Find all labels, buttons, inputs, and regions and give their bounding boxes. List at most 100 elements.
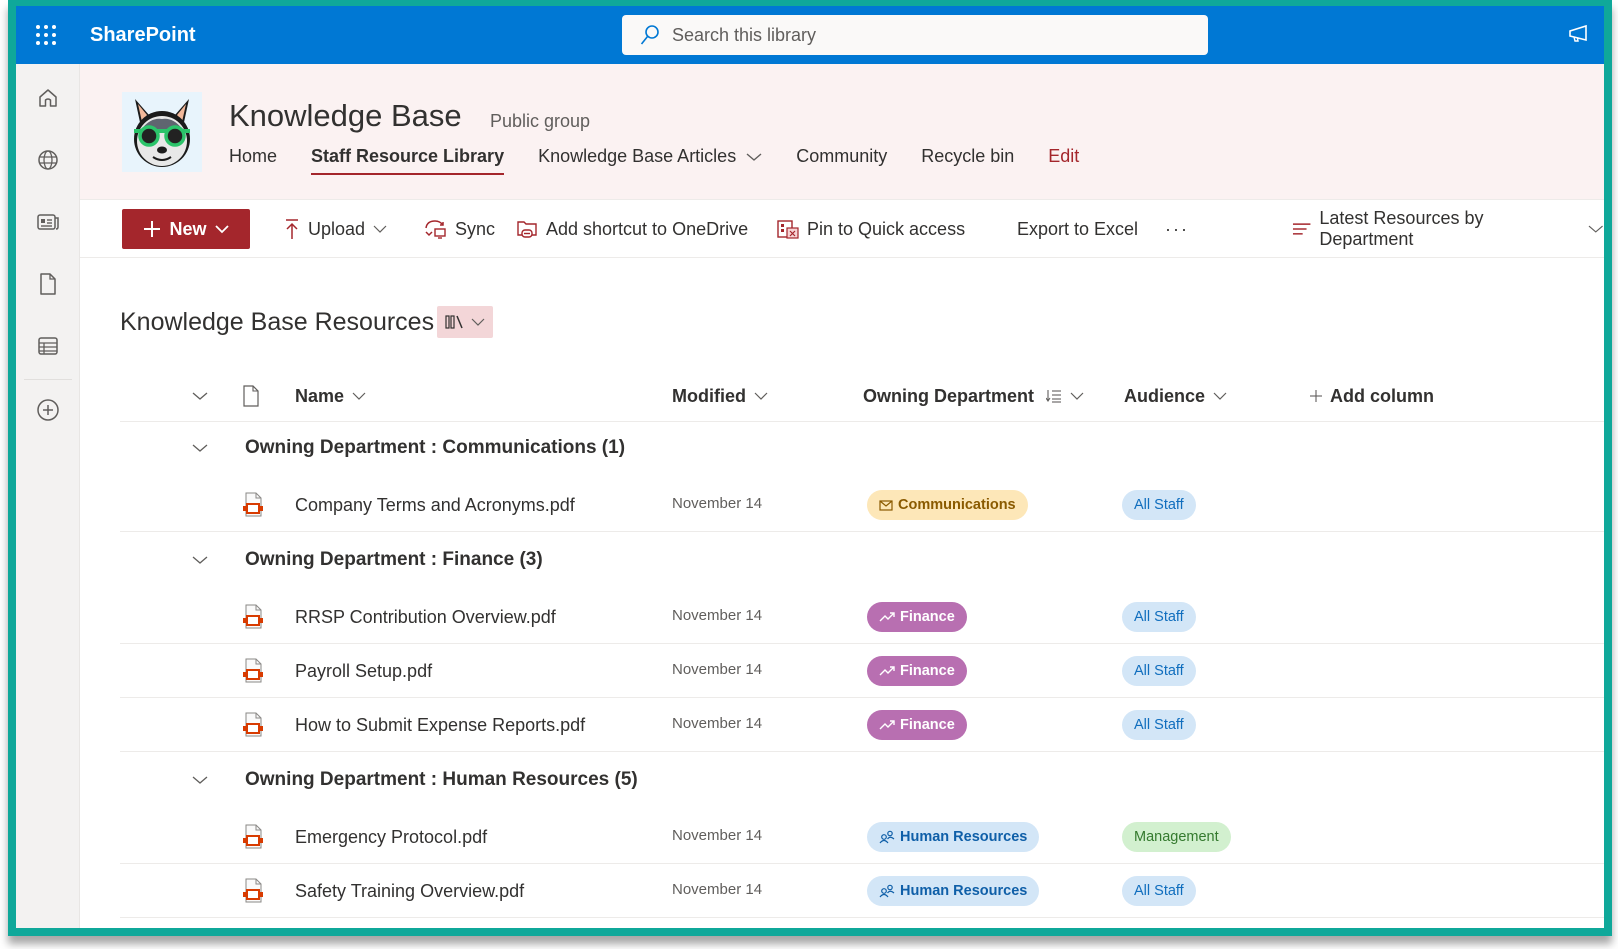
library-title: Knowledge Base Resources <box>120 308 435 336</box>
rail-sites[interactable] <box>16 140 80 180</box>
audience-column-header[interactable]: Audience <box>1124 370 1227 422</box>
file-row[interactable]: Emergency Protocol.pdf November 14 Human R… <box>120 810 1604 864</box>
library-view-button[interactable] <box>437 306 493 338</box>
department-column-header[interactable]: Owning Department <box>863 370 1084 422</box>
pdf-file-icon[interactable] <box>242 604 264 635</box>
nav-staff-resource-library-label: Staff Resource Library <box>311 146 505 166</box>
pdf-file-icon[interactable] <box>242 824 264 855</box>
nav-community[interactable]: Community <box>796 146 887 175</box>
department-tag-label: Human Resources <box>900 829 1028 845</box>
audience-tag-label: All Staff <box>1134 497 1184 513</box>
search-input[interactable]: Search this library <box>622 15 1208 55</box>
group-collapse-button[interactable] <box>192 422 208 474</box>
group-header[interactable]: Owning Department : Human Resources (5) <box>120 754 1604 806</box>
document-icon <box>40 273 56 295</box>
app-window: SharePoint Search this library Knowledge… <box>8 0 1612 936</box>
pdf-file-icon[interactable] <box>242 878 264 909</box>
view-selector[interactable]: Latest Resources by Department <box>1292 200 1604 258</box>
pin-icon <box>777 220 799 239</box>
add-column-button[interactable]: Add column <box>1310 370 1434 422</box>
site-logo[interactable] <box>122 92 202 172</box>
department-tag: Human Resources <box>867 876 1040 906</box>
file-type-column[interactable] <box>242 370 260 422</box>
sync-button[interactable]: Sync <box>423 200 495 258</box>
pin-quick-access-button[interactable]: Pin to Quick access <box>777 200 965 258</box>
file-row[interactable]: Safety Training Overview.pdf November 14 H… <box>120 864 1604 918</box>
app-launcher-button[interactable] <box>16 6 76 64</box>
brand-name[interactable]: SharePoint <box>90 24 196 47</box>
audience-tag-label: Management <box>1134 829 1219 845</box>
collapse-all-groups-button[interactable] <box>192 370 208 422</box>
rail-files[interactable] <box>16 264 80 304</box>
rail-home[interactable] <box>16 78 80 118</box>
new-button-label: New <box>169 218 207 239</box>
modified-date: November 14 <box>672 714 763 732</box>
library-icon <box>445 315 463 329</box>
megaphone-icon <box>1569 24 1587 42</box>
group-header[interactable]: Owning Department : Finance (3) <box>120 534 1604 586</box>
name-column-label: Name <box>295 385 345 406</box>
nav-recycle-bin[interactable]: Recycle bin <box>921 146 1014 175</box>
rail-news[interactable] <box>16 202 80 242</box>
file-name-link[interactable]: Company Terms and Acronyms.pdf <box>295 478 575 532</box>
nav-staff-resource-library[interactable]: Staff Resource Library <box>311 146 505 175</box>
file-row[interactable]: Company Terms and Acronyms.pdf November 1… <box>120 478 1604 532</box>
pdf-file-icon[interactable] <box>242 658 264 689</box>
pdf-file-icon[interactable] <box>242 712 264 743</box>
upload-button[interactable]: Upload <box>284 200 387 258</box>
upload-label: Upload <box>308 218 366 239</box>
audience-tag: All Staff <box>1122 490 1196 520</box>
pdf-file-icon[interactable] <box>242 492 264 523</box>
chevron-down-icon <box>471 318 485 326</box>
document-icon <box>243 385 259 407</box>
site-group-type: Public group <box>490 111 591 131</box>
group-collapse-button[interactable] <box>192 534 208 586</box>
audience-tag-label: All Staff <box>1134 663 1184 679</box>
plus-icon <box>144 221 161 237</box>
file-name-link[interactable]: Safety Training Overview.pdf <box>295 864 524 918</box>
more-actions-button[interactable]: ··· <box>1165 200 1189 258</box>
export-excel-button[interactable]: Export to Excel <box>1017 200 1138 258</box>
file-name-link[interactable]: Emergency Protocol.pdf <box>295 810 487 864</box>
department-tag-label: Communications <box>898 497 1016 513</box>
group-header[interactable]: Owning Department : Communications (1) <box>120 422 1604 474</box>
group-by-icon <box>1046 390 1062 403</box>
name-column-header[interactable]: Name <box>295 370 366 422</box>
nav-recycle-bin-label: Recycle bin <box>921 146 1015 166</box>
file-row[interactable]: How to Submit Expense Reports.pdf Novembe… <box>120 698 1604 752</box>
search-placeholder: Search this library <box>672 24 817 45</box>
site-navigation: Home Staff Resource Library Knowledge Ba… <box>229 146 1113 175</box>
modified-date: November 14 <box>672 660 763 678</box>
modified-column-header[interactable]: Modified <box>672 370 768 422</box>
nav-edit[interactable]: Edit <box>1048 146 1079 175</box>
group-title: Owning Department : Finance (3) <box>245 549 543 570</box>
rail-create[interactable] <box>16 390 80 430</box>
audience-tag: Management <box>1122 822 1231 852</box>
site-title[interactable]: Knowledge Base <box>229 98 462 134</box>
export-label: Export to Excel <box>1017 218 1139 239</box>
audience-tag: All Staff <box>1122 656 1196 686</box>
add-shortcut-button[interactable]: Add shortcut to OneDrive <box>516 200 748 258</box>
nav-knowledge-base-articles-label: Knowledge Base Articles <box>538 146 737 166</box>
add-circle-icon <box>37 399 59 421</box>
nav-knowledge-base-articles[interactable]: Knowledge Base Articles <box>538 146 762 175</box>
file-name-link[interactable]: RRSP Contribution Overview.pdf <box>295 590 556 644</box>
nav-home-label: Home <box>229 146 278 166</box>
feedback-button[interactable] <box>1568 24 1592 49</box>
nav-home[interactable]: Home <box>229 146 277 175</box>
sync-label: Sync <box>455 218 496 239</box>
app-launcher-icon <box>36 25 56 45</box>
file-name-link[interactable]: How to Submit Expense Reports.pdf <box>295 698 585 752</box>
file-row[interactable]: Payroll Setup.pdf November 14 Finance All S… <box>120 644 1604 698</box>
chevron-down-icon <box>214 225 229 234</box>
pin-label: Pin to Quick access <box>807 218 966 239</box>
rail-lists[interactable] <box>16 326 80 366</box>
nav-edit-label: Edit <box>1048 146 1080 166</box>
new-button[interactable]: New <box>122 209 250 249</box>
file-name-link[interactable]: Payroll Setup.pdf <box>295 644 432 698</box>
chevron-down-icon <box>192 392 208 400</box>
upload-icon <box>286 219 298 239</box>
group-collapse-button[interactable] <box>192 754 208 806</box>
chevron-down-icon <box>754 392 768 400</box>
file-row[interactable]: RRSP Contribution Overview.pdf November 1… <box>120 590 1604 644</box>
